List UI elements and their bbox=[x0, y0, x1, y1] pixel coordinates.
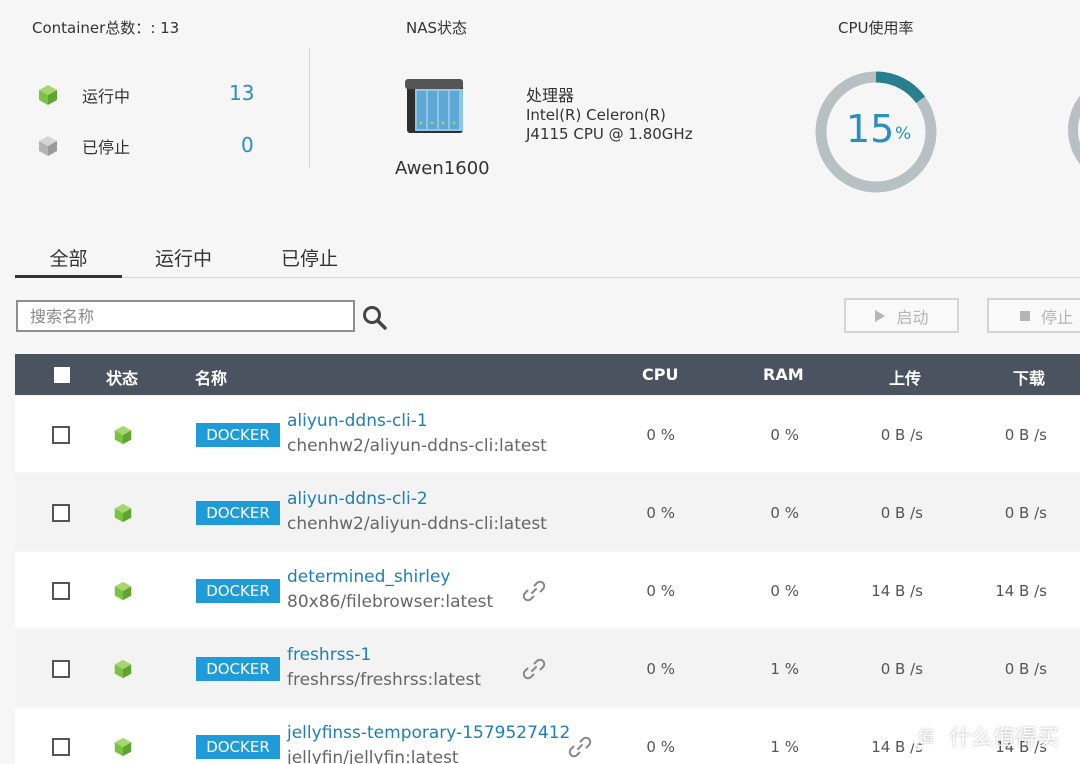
upload-rate-cell: 0 B /s bbox=[880, 504, 923, 522]
tab-all[interactable]: 全部 bbox=[15, 244, 122, 278]
processor-label: 处理器 bbox=[526, 86, 575, 105]
cpu-usage-value: 15 bbox=[846, 107, 895, 151]
table-row[interactable]: DOCKER aliyun-ddns-cli-1 chenhw2/aliyun-… bbox=[15, 396, 1080, 472]
running-summary: 运行中 13 bbox=[36, 81, 254, 107]
table-row[interactable]: DOCKER aliyun-ddns-cli-2 chenhw2/aliyun-… bbox=[15, 474, 1080, 550]
container-name[interactable]: aliyun-ddns-cli-2 bbox=[287, 489, 428, 509]
processor-model-line2: J4115 CPU @ 1.80GHz bbox=[526, 125, 693, 143]
cpu-usage-title: CPU使用率 bbox=[838, 19, 914, 37]
upload-rate-cell: 0 B /s bbox=[880, 660, 923, 678]
stopped-cube-icon bbox=[39, 136, 57, 156]
upload-rate-cell: 14 B /s bbox=[871, 738, 923, 756]
docker-badge: DOCKER bbox=[196, 735, 280, 759]
docker-badge: DOCKER bbox=[196, 579, 280, 603]
stopped-summary: 已停止 0 bbox=[36, 133, 254, 158]
summary-divider bbox=[309, 48, 310, 168]
docker-badge: DOCKER bbox=[196, 423, 280, 447]
cpu-usage-cell: 0 % bbox=[646, 738, 675, 756]
watermark-logo-icon: 值 bbox=[911, 721, 941, 751]
search-icon[interactable] bbox=[362, 305, 388, 331]
cpu-usage-cell: 0 % bbox=[646, 426, 675, 444]
stop-button[interactable]: 停止 bbox=[987, 298, 1080, 333]
watermark-text: 什么值得买 bbox=[949, 726, 1060, 751]
container-total-value: : 13 bbox=[150, 19, 180, 37]
processor-model-line1: Intel(R) Celeron(R) bbox=[526, 106, 666, 124]
container-image: jellyfin/jellyfin:latest bbox=[287, 748, 459, 764]
container-name[interactable]: jellyfinss-temporary-1579527412 bbox=[287, 723, 570, 743]
running-count[interactable]: 13 bbox=[229, 81, 254, 105]
download-rate-cell: 0 B /s bbox=[1004, 504, 1047, 522]
link-icon[interactable] bbox=[568, 735, 592, 759]
header-cpu[interactable]: CPU bbox=[642, 365, 678, 384]
running-status-icon bbox=[114, 737, 132, 757]
ram-usage-cell: 0 % bbox=[770, 426, 799, 444]
row-checkbox[interactable] bbox=[52, 426, 70, 444]
docker-badge: DOCKER bbox=[196, 501, 280, 525]
header-name[interactable]: 名称 bbox=[195, 365, 227, 389]
container-image: chenhw2/aliyun-ddns-cli:latest bbox=[287, 436, 547, 456]
tab-running[interactable]: 运行中 bbox=[155, 244, 212, 271]
memory-gauge-edge bbox=[1068, 95, 1080, 165]
stopped-count[interactable]: 0 bbox=[241, 133, 254, 157]
table-row[interactable]: DOCKER freshrss-1 freshrss/freshrss:late… bbox=[15, 630, 1080, 706]
row-checkbox[interactable] bbox=[52, 660, 70, 678]
running-status-icon bbox=[114, 503, 132, 523]
header-download[interactable]: 下载 bbox=[1013, 365, 1045, 389]
nas-device-icon bbox=[405, 79, 463, 133]
ram-usage-cell: 0 % bbox=[770, 504, 799, 522]
ram-usage-cell: 1 % bbox=[770, 660, 799, 678]
search-input[interactable] bbox=[16, 300, 355, 332]
container-tabs: 全部 运行中 已停止 bbox=[15, 235, 1080, 278]
select-all-checkbox[interactable] bbox=[54, 367, 70, 383]
table-row[interactable]: DOCKER determined_shirley 80x86/filebrow… bbox=[15, 552, 1080, 628]
cpu-usage-unit: % bbox=[895, 124, 912, 144]
container-total: Container总数：: 13 bbox=[32, 17, 179, 38]
container-image: chenhw2/aliyun-ddns-cli:latest bbox=[287, 514, 547, 534]
table-header: 状态 名称 CPU RAM 上传 下载 bbox=[15, 354, 1080, 395]
cpu-usage-cell: 0 % bbox=[646, 660, 675, 678]
ram-usage-cell: 1 % bbox=[770, 738, 799, 756]
container-image: 80x86/filebrowser:latest bbox=[287, 592, 494, 612]
nas-status-title: NAS状态 bbox=[406, 19, 468, 37]
download-rate-cell: 14 B /s bbox=[995, 582, 1047, 600]
container-name[interactable]: aliyun-ddns-cli-1 bbox=[287, 411, 428, 431]
upload-rate-cell: 0 B /s bbox=[880, 426, 923, 444]
watermark: 值 什么值得买 bbox=[911, 720, 1059, 752]
row-checkbox[interactable] bbox=[52, 738, 70, 756]
nas-device-name: Awen1600 bbox=[395, 158, 490, 179]
header-status[interactable]: 状态 bbox=[106, 365, 138, 389]
cpu-usage-cell: 0 % bbox=[646, 582, 675, 600]
cpu-usage-cell: 0 % bbox=[646, 504, 675, 522]
ram-usage-cell: 0 % bbox=[770, 582, 799, 600]
container-name[interactable]: freshrss-1 bbox=[287, 645, 371, 665]
stopped-label: 已停止 bbox=[82, 138, 131, 157]
tab-stopped[interactable]: 已停止 bbox=[281, 244, 338, 271]
running-label: 运行中 bbox=[82, 87, 131, 106]
container-total-label: Container总数： bbox=[32, 19, 151, 37]
running-status-icon bbox=[114, 425, 132, 445]
container-name[interactable]: determined_shirley bbox=[287, 567, 450, 587]
upload-rate-cell: 14 B /s bbox=[871, 582, 923, 600]
container-image: freshrss/freshrss:latest bbox=[287, 670, 482, 690]
header-ram[interactable]: RAM bbox=[763, 365, 804, 384]
download-rate-cell: 0 B /s bbox=[1004, 426, 1047, 444]
stop-icon bbox=[1020, 310, 1030, 321]
row-checkbox[interactable] bbox=[52, 582, 70, 600]
row-checkbox[interactable] bbox=[52, 504, 70, 522]
header-upload[interactable]: 上传 bbox=[889, 365, 921, 389]
start-button-label: 启动 bbox=[896, 307, 929, 327]
docker-badge: DOCKER bbox=[196, 657, 280, 681]
running-status-icon bbox=[114, 659, 132, 679]
running-status-icon bbox=[114, 581, 132, 601]
download-rate-cell: 0 B /s bbox=[1004, 660, 1047, 678]
svg-text:值: 值 bbox=[918, 727, 934, 746]
link-icon[interactable] bbox=[522, 657, 546, 681]
play-icon bbox=[875, 309, 886, 322]
start-button[interactable]: 启动 bbox=[844, 298, 959, 333]
running-cube-icon bbox=[39, 85, 57, 105]
stop-button-label: 停止 bbox=[1041, 307, 1074, 327]
link-icon[interactable] bbox=[522, 579, 546, 603]
